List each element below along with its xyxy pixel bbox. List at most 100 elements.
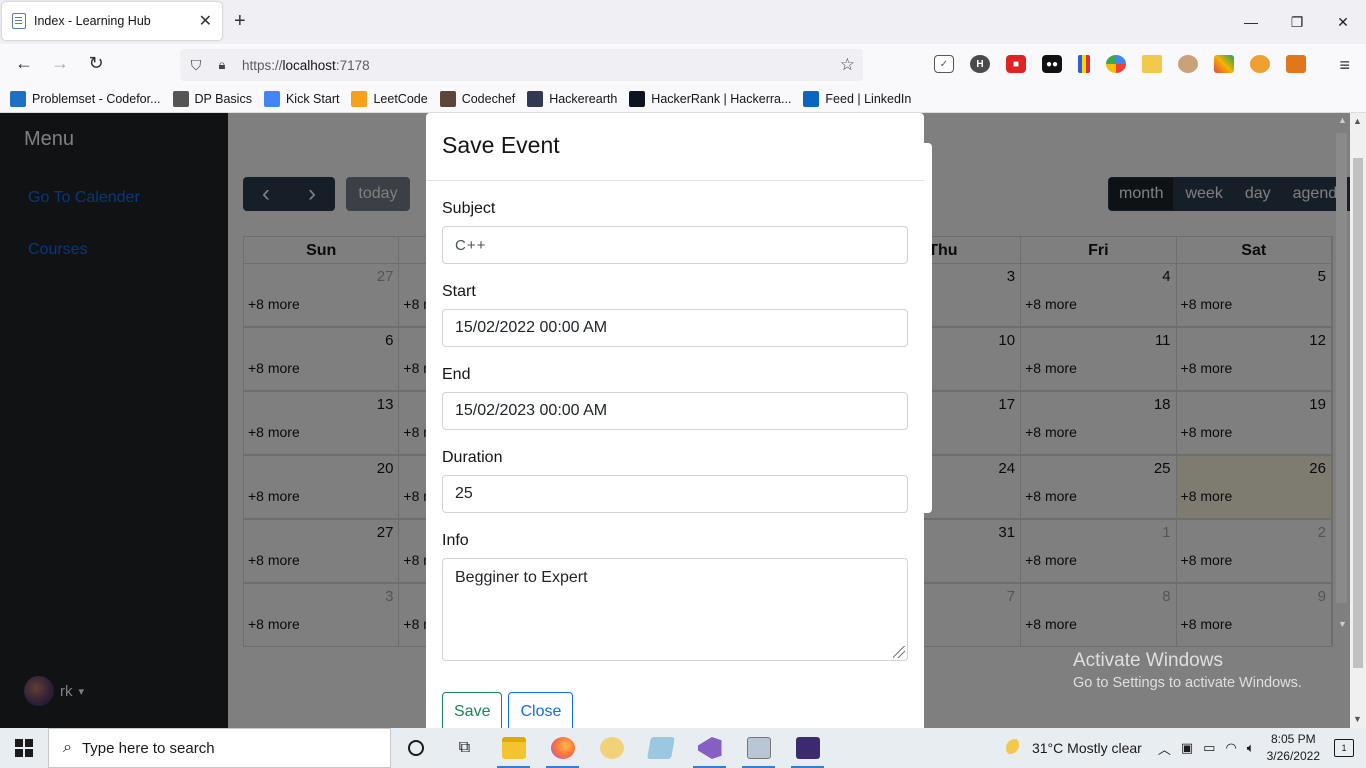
volume-icon[interactable]: 🔈︎	[1247, 740, 1255, 756]
bookmark-item[interactable]: HackerRank | Hackerra...	[629, 91, 791, 107]
bookmark-item[interactable]: DP Basics	[172, 91, 252, 107]
duration-field[interactable]: 25	[442, 475, 908, 513]
visual-studio-icon[interactable]	[685, 728, 734, 768]
terminal-icon[interactable]	[783, 728, 832, 768]
color-extension-icon[interactable]	[1106, 55, 1126, 73]
battery-icon[interactable]: ▭	[1203, 740, 1215, 756]
metamask-icon[interactable]	[1286, 55, 1306, 73]
cortana-icon[interactable]	[391, 728, 440, 768]
hackerrank-icon	[629, 91, 646, 107]
linkedin-icon	[803, 91, 820, 107]
watermark-title: Activate Windows	[1073, 650, 1223, 671]
app-icon-3[interactable]	[734, 728, 783, 768]
url-text[interactable]: https://localhost:7178	[242, 58, 370, 73]
scroll-down-icon[interactable]: ▼	[1338, 619, 1347, 629]
end-date-field[interactable]: 15/02/2023 00:00 AM	[442, 392, 908, 430]
date-text: 3/26/2022	[1266, 749, 1320, 763]
scroll-down-icon[interactable]: ▼	[1353, 714, 1362, 724]
dialog-title: Save Event	[442, 132, 560, 158]
info-textarea[interactable]: Begginer to Expert	[442, 558, 908, 661]
page-icon	[12, 13, 26, 29]
start-date-field[interactable]: 15/02/2022 00:00 AM	[442, 309, 908, 347]
pen-extension-icon[interactable]	[1214, 55, 1234, 73]
forward-icon[interactable]: →	[48, 53, 72, 74]
bookmark-item[interactable]: Feed | LinkedIn	[803, 91, 911, 107]
system-tray: 31°C Mostly clear ︿ ▣ ▭ ◠ 🔈︎ 8:05 PM 3/2…	[1005, 728, 1366, 768]
shield-extension-icon[interactable]: ■	[1006, 55, 1026, 73]
bookmark-label: HackerRank | Hackerra...	[651, 92, 792, 106]
bookmark-item[interactable]: Kick Start	[263, 91, 339, 107]
moon-icon[interactable]	[1005, 739, 1024, 757]
chart-extension-icon[interactable]	[1142, 55, 1162, 73]
app-icon-1[interactable]	[587, 728, 636, 768]
info-text: Begginer to Expert	[455, 569, 588, 586]
search-placeholder: Type here to search	[81, 739, 215, 757]
reload-icon[interactable]: ↻	[84, 53, 108, 74]
meet-icon[interactable]: ▣	[1181, 740, 1193, 756]
google-icon	[263, 91, 280, 107]
resize-handle-icon[interactable]	[893, 646, 905, 658]
clock[interactable]: 8:05 PM 3/26/2022	[1267, 731, 1320, 765]
app-icon-2[interactable]	[636, 728, 685, 768]
face-extension-icon[interactable]	[1178, 55, 1198, 73]
bookmark-item[interactable]: Problemset - Codefor...	[10, 91, 161, 107]
pocket-icon[interactable]: ✓	[934, 55, 954, 73]
leetcode-icon	[351, 91, 368, 107]
bookmark-label: Codechef	[461, 92, 516, 106]
subject-group: Subject C++	[442, 200, 908, 264]
back-icon[interactable]: ←	[12, 53, 36, 74]
navigation-bar: ← → ↻ ⛉ 🔒︎ https://localhost:7178 ☆ ✓ H …	[0, 44, 1366, 86]
notification-icon[interactable]: 1	[1334, 739, 1354, 757]
page-scroll-thumb[interactable]	[1353, 158, 1363, 668]
mask-extension-icon[interactable]: ●●	[1042, 55, 1062, 73]
chevron-up-icon[interactable]: ︿	[1158, 739, 1171, 758]
close-window-icon[interactable]: ✕	[1320, 0, 1366, 44]
save-event-dialog: Save Event Subject C++ Start 15/02/2022 …	[426, 113, 924, 728]
address-bar[interactable]: ⛉ 🔒︎ https://localhost:7178 ☆	[180, 49, 863, 81]
bookmark-star-icon[interactable]: ☆	[840, 55, 855, 75]
tab-bar: Index - Learning Hub ✕ + — ❐ ✕	[0, 0, 1366, 44]
codechef-icon	[439, 91, 456, 107]
bookmark-label: LeetCode	[373, 92, 428, 106]
restore-icon[interactable]: ❐	[1274, 0, 1320, 44]
flag-extension-icon[interactable]	[1078, 55, 1090, 73]
close-button[interactable]: Close	[508, 692, 574, 728]
taskbar-search[interactable]: ⌕ Type here to search	[48, 728, 391, 768]
bookmarks-toolbar: Problemset - Codefor... DP Basics Kick Sta…	[0, 86, 1366, 113]
h-extension-icon[interactable]: H	[970, 55, 990, 73]
firefox-icon[interactable]	[538, 728, 587, 768]
bookmark-label: Problemset - Codefor...	[32, 92, 161, 106]
lock-icon[interactable]: 🔒︎	[214, 57, 230, 73]
scroll-up-icon[interactable]: ▲	[1353, 116, 1362, 126]
scroll-thumb[interactable]	[1336, 133, 1347, 603]
subject-select[interactable]: C++	[442, 226, 908, 264]
notification-count: 1	[1341, 743, 1347, 753]
page-content: Menu Go To Calender Courses rk ▾ ‹ › tod…	[0, 113, 1366, 728]
subject-label: Subject	[442, 200, 496, 217]
scroll-up-icon[interactable]: ▲	[1338, 115, 1347, 125]
end-group: End 15/02/2023 00:00 AM	[442, 366, 908, 430]
bookmark-item[interactable]: Codechef	[439, 91, 516, 107]
dialog-body: Subject C++ Start 15/02/2022 00:00 AM En…	[426, 200, 924, 661]
weather-text[interactable]: 31°C Mostly clear	[1032, 740, 1142, 756]
wifi-icon[interactable]: ◠	[1225, 740, 1236, 756]
time-text: 8:05 PM	[1270, 732, 1316, 746]
calendar-scrollbar[interactable]: ▲ ▼	[1334, 113, 1350, 633]
chart-icon	[10, 91, 26, 107]
shield-icon[interactable]: ⛉	[188, 57, 204, 74]
bookmark-item[interactable]: Hackerearth	[527, 91, 617, 107]
dialog-header: Save Event	[426, 113, 924, 181]
task-view-icon[interactable]: ⧉	[440, 728, 489, 768]
bookmark-item[interactable]: LeetCode	[351, 91, 428, 107]
page-scrollbar[interactable]: ▲ ▼	[1350, 113, 1366, 728]
info-group: Info Begginer to Expert	[442, 532, 908, 661]
hamburger-menu-icon[interactable]: ≡	[1339, 55, 1350, 76]
close-tab-icon[interactable]: ✕	[199, 11, 212, 31]
browser-tab[interactable]: Index - Learning Hub ✕	[2, 2, 222, 40]
start-button[interactable]	[0, 728, 48, 768]
new-tab-icon[interactable]: +	[234, 10, 246, 33]
cookie-extension-icon[interactable]	[1250, 55, 1270, 73]
file-explorer-icon[interactable]	[489, 728, 538, 768]
minimize-icon[interactable]: —	[1228, 0, 1274, 44]
save-button[interactable]: Save	[442, 692, 503, 728]
